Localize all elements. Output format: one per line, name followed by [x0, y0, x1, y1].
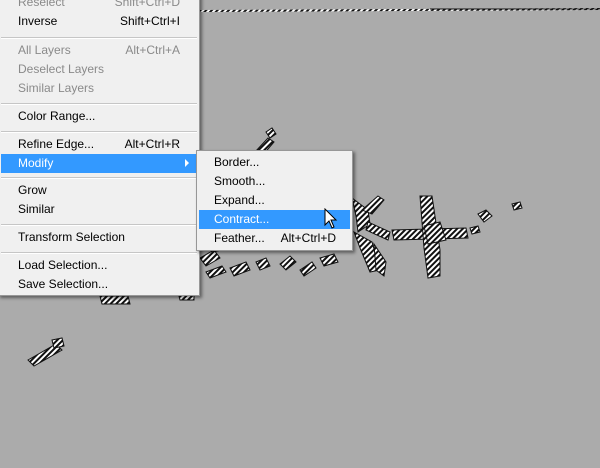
- submenu-item-smooth[interactable]: Smooth...: [199, 172, 350, 191]
- select-menu: Reselect Shift+Ctrl+D Inverse Shift+Ctrl…: [0, 0, 200, 296]
- menu-item-label: Border...: [214, 155, 260, 169]
- menu-separator: [1, 103, 197, 105]
- menu-item-label: Reselect: [18, 0, 65, 9]
- menu-separator: [1, 37, 197, 39]
- menu-item-label: Contract...: [214, 212, 270, 226]
- menu-item-label: Feather...: [214, 231, 265, 245]
- menu-item-label: Deselect Layers: [18, 62, 105, 76]
- menu-separator: [1, 177, 197, 179]
- arrow-cursor-icon: [324, 208, 338, 229]
- menu-item-label: Grow: [18, 183, 47, 197]
- menu-item-modify[interactable]: Modify: [1, 154, 197, 173]
- menu-item-reselect[interactable]: Reselect Shift+Ctrl+D: [1, 0, 197, 12]
- menu-item-load-selection[interactable]: Load Selection...: [1, 256, 197, 275]
- menu-item-label: Similar: [18, 202, 55, 216]
- menu-separator: [1, 224, 197, 226]
- menu-item-label: Save Selection...: [18, 277, 109, 291]
- menu-item-similar[interactable]: Similar: [1, 200, 197, 219]
- modify-submenu: Border... Smooth... Expand... Contract..…: [196, 150, 353, 251]
- menu-item-save-selection[interactable]: Save Selection...: [1, 275, 197, 294]
- menu-item-refine-edge[interactable]: Refine Edge... Alt+Ctrl+R: [1, 135, 197, 154]
- menu-item-label: Transform Selection: [18, 230, 125, 244]
- menu-item-shortcut: Shift+Ctrl+I: [119, 14, 180, 28]
- menu-item-label: Inverse: [18, 14, 58, 28]
- menu-item-label: Expand...: [214, 193, 265, 207]
- menu-separator: [1, 131, 197, 133]
- menu-item-color-range[interactable]: Color Range...: [1, 107, 197, 126]
- menu-item-label: Refine Edge...: [18, 137, 95, 151]
- menu-item-all-layers[interactable]: All Layers Alt+Ctrl+A: [1, 41, 197, 60]
- menu-item-label: Color Range...: [18, 109, 96, 123]
- submenu-item-border[interactable]: Border...: [199, 153, 350, 172]
- menu-item-shortcut: Shift+Ctrl+D: [114, 0, 180, 9]
- menu-item-grow[interactable]: Grow: [1, 181, 197, 200]
- menu-item-shortcut: Alt+Ctrl+A: [125, 43, 180, 57]
- menu-item-label: Similar Layers: [18, 81, 95, 95]
- menu-item-inverse[interactable]: Inverse Shift+Ctrl+I: [1, 12, 197, 31]
- submenu-item-feather[interactable]: Feather... Alt+Ctrl+D: [199, 229, 350, 248]
- menu-item-shortcut: Alt+Ctrl+R: [124, 137, 180, 151]
- menu-item-label: Load Selection...: [18, 258, 108, 272]
- menu-item-deselect-layers[interactable]: Deselect Layers: [1, 60, 197, 79]
- menu-item-label: All Layers: [18, 43, 71, 57]
- menu-item-similar-layers[interactable]: Similar Layers: [1, 79, 197, 98]
- menu-item-transform-selection[interactable]: Transform Selection: [1, 228, 197, 247]
- menu-item-label: Smooth...: [214, 174, 266, 188]
- menu-separator: [1, 252, 197, 254]
- menu-item-shortcut: Alt+Ctrl+D: [280, 231, 336, 245]
- submenu-arrow-icon: [185, 159, 189, 167]
- menu-item-label: Modify: [18, 156, 54, 170]
